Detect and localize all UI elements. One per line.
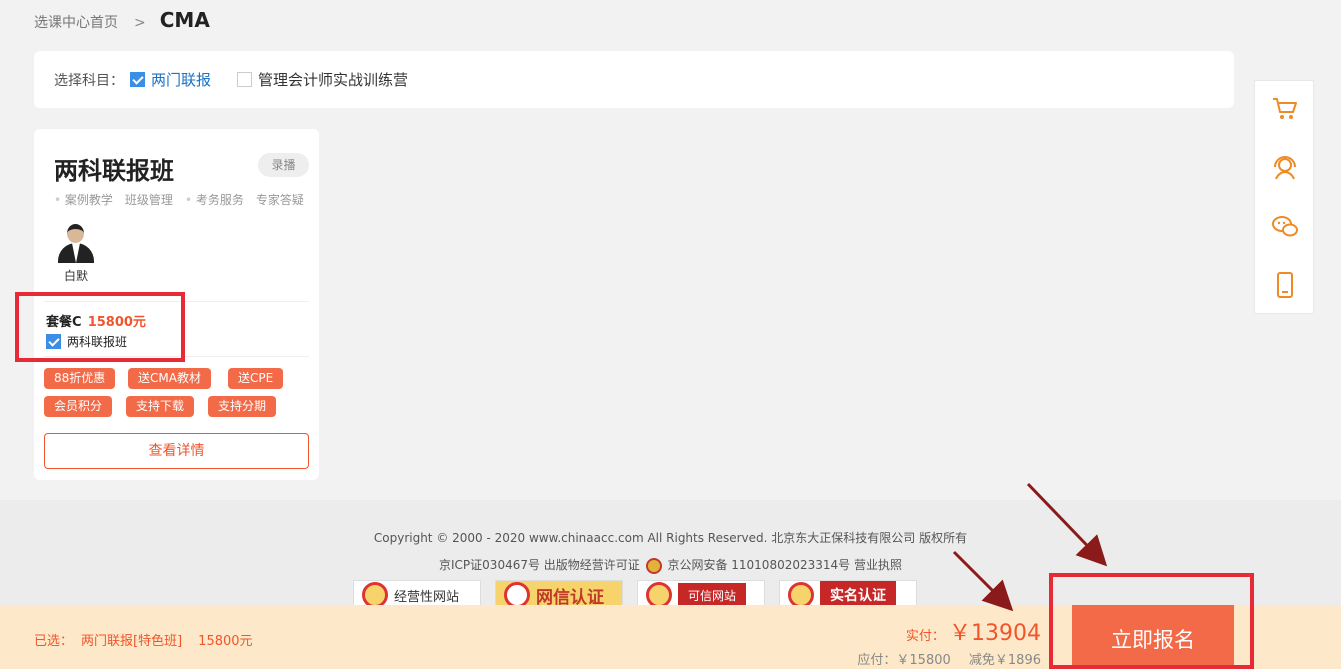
badge-label: 可信网站 [678, 582, 747, 608]
selected-summary: 已选： 两门联报[特色班] 15800元 [34, 630, 253, 649]
checkbox-checked-icon[interactable] [130, 72, 145, 87]
subject-filter-bar: 选择科目： 两门联报 管理会计师实战训练营 [34, 51, 1234, 108]
feature-item: 班级管理 [124, 193, 173, 207]
selected-price: 15800元 [198, 634, 253, 649]
feature-item: 考务服务 [185, 191, 244, 208]
filter-label: 选择科目： [54, 72, 124, 89]
breadcrumb-separator: > [134, 15, 146, 31]
real-pay-label: 实付： [905, 629, 945, 644]
promo-tag: 会员积分 [44, 396, 113, 417]
recorded-badge: 录播 [258, 153, 309, 177]
filter-option-training-camp[interactable]: 管理会计师实战训练营 [237, 69, 408, 90]
public-security-link[interactable]: 京公网安备 11010802023314号 营业执照 [667, 558, 902, 572]
view-details-button[interactable]: 查看详情 [44, 433, 309, 469]
customer-service-icon[interactable] [1271, 153, 1299, 181]
filter-option-label: 两门联报 [151, 71, 212, 89]
payment-summary: 实付： ￥13904 应付：￥15800 减免￥1896 [857, 615, 1041, 668]
promo-tag: 88折优惠 [44, 368, 116, 389]
highlight-box-package [15, 292, 185, 362]
teacher[interactable]: 白默 [56, 221, 96, 284]
promo-tag: 支持分期 [208, 396, 277, 417]
copyright-text: Copyright © 2000 - 2020 www.chinaacc.com… [373, 531, 968, 545]
breadcrumb-home-link[interactable]: 选课中心首页 [34, 12, 118, 32]
badge-label: 经营性网站 [394, 589, 460, 605]
badge-label: 网信认证 [536, 587, 604, 608]
selected-item: 两门联报[特色班] [81, 634, 183, 649]
cart-icon[interactable] [1271, 95, 1299, 123]
filter-option-label: 管理会计师实战训练营 [258, 71, 409, 89]
checkbox-unchecked-icon[interactable] [237, 72, 253, 87]
breadcrumb: 选课中心首页 > CMA [34, 8, 210, 32]
icp-license-link[interactable]: 京ICP证030467号 出版物经营许可证 [439, 558, 640, 572]
amount-due: 应付：￥15800 [857, 653, 951, 668]
promo-tag: 支持下载 [126, 396, 195, 417]
icp-info: 京ICP证030467号 出版物经营许可证 京公网安备 110108020233… [0, 556, 1341, 574]
discount-amount: 减免￥1896 [968, 653, 1041, 668]
teacher-name: 白默 [63, 269, 88, 283]
course-features: 案例教学 班级管理 考务服务 专家答疑 [54, 191, 304, 208]
feature-item: 专家答疑 [255, 193, 304, 207]
mobile-icon[interactable] [1271, 271, 1299, 299]
chat-icon[interactable] [1271, 213, 1299, 241]
course-title: 两科联报班 [54, 157, 174, 185]
teacher-avatar[interactable] [56, 221, 96, 263]
filter-option-two-subjects[interactable]: 两门联报 [130, 69, 211, 90]
feature-item: 案例教学 [54, 191, 113, 208]
real-pay-amount: ￥13904 [949, 621, 1041, 646]
police-emblem-icon [645, 557, 662, 574]
promo-tag: 送CMA教材 [128, 368, 211, 389]
side-toolbar [1254, 80, 1314, 314]
promo-tag: 送CPE [228, 368, 284, 389]
highlight-box-enroll [1049, 573, 1254, 669]
selected-label: 已选： [34, 634, 74, 649]
page-title: CMA [159, 8, 210, 32]
